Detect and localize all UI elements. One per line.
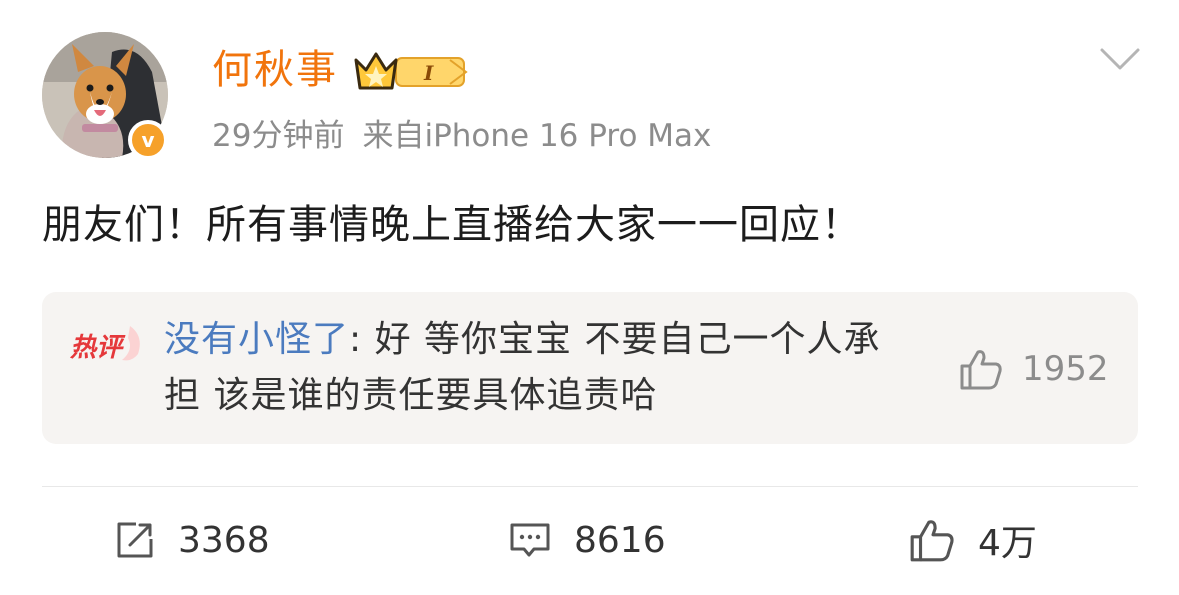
comment-icon (510, 523, 550, 557)
weibo-post: v 何秋事 I 29分钟前 来自iPhone 16 Pro Max 朋友们！所有事… (0, 0, 1179, 595)
comment-count: 8616 (574, 519, 666, 561)
hot-comment-text: 没有小怪了: 好 等你宝宝 不要自己一个人承担 该是谁的责任要具体追责哈 (164, 312, 904, 424)
hot-comment-like-count: 1952 (1022, 349, 1109, 389)
verified-v-icon: v (128, 120, 168, 160)
badge-level-text: I (423, 61, 434, 85)
thumbs-up-icon (910, 520, 954, 562)
post-meta: 29分钟前 来自iPhone 16 Pro Max (212, 116, 711, 156)
post-source[interactable]: 来自iPhone 16 Pro Max (362, 118, 711, 154)
repost-count: 3368 (178, 519, 270, 561)
repost-button[interactable]: 3368 (114, 508, 270, 572)
comment-button[interactable]: 8616 (508, 508, 666, 572)
hot-tag-label: 热评 (69, 333, 126, 363)
repost-icon (117, 522, 153, 558)
hot-comment-separator: : (349, 319, 375, 360)
post-content: 朋友们！所有事情晚上直播给大家一一回应！ (42, 202, 862, 248)
like-count: 4万 (978, 523, 1037, 564)
action-bar: 3368 8616 4万 (0, 508, 1179, 572)
avatar-container[interactable]: v (42, 32, 168, 160)
username[interactable]: 何秋事 (212, 46, 338, 94)
post-time: 29分钟前 (212, 118, 345, 154)
hot-comment-user[interactable]: 没有小怪了 (164, 319, 349, 360)
thumbs-up-icon (960, 350, 1002, 390)
chevron-down-icon[interactable] (1098, 44, 1142, 74)
divider (42, 486, 1138, 487)
hot-comment[interactable]: 热评 没有小怪了: 好 等你宝宝 不要自己一个人承担 该是谁的责任要具体追责哈 … (42, 292, 1138, 444)
crown-level-badge-icon[interactable]: I (352, 48, 472, 94)
hot-comment-tag: 热评 (69, 326, 140, 363)
hot-comment-like-button[interactable]: 1952 (958, 346, 1109, 392)
like-button[interactable]: 4万 (908, 508, 1037, 572)
